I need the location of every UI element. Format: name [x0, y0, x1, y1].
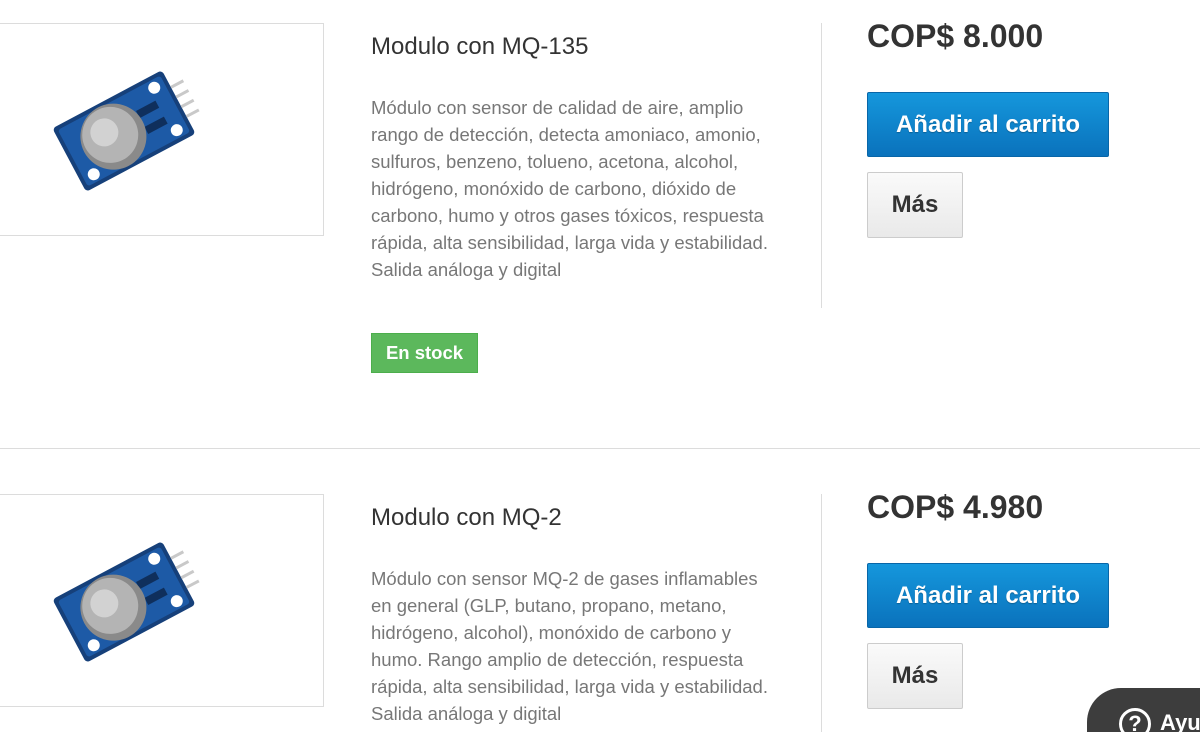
more-button[interactable]: Más: [867, 643, 963, 709]
product-item: Modulo con MQ-135 Módulo con sensor de c…: [0, 0, 1200, 448]
question-circle-icon: ?: [1119, 708, 1151, 732]
product-price: COP$ 8.000: [867, 18, 1044, 54]
help-widget-button[interactable]: ? Ayuda: [1087, 688, 1200, 732]
product-title[interactable]: Modulo con MQ-2: [371, 504, 562, 532]
help-widget-label: Ayuda: [1160, 710, 1200, 732]
column-divider: [821, 23, 822, 308]
add-to-cart-button[interactable]: Añadir al carrito: [867, 92, 1109, 157]
stock-badge: En stock: [371, 333, 478, 373]
gas-sensor-module-icon: [53, 542, 200, 662]
product-image[interactable]: [0, 494, 324, 707]
more-button[interactable]: Más: [867, 172, 963, 238]
column-divider: [821, 494, 822, 732]
gas-sensor-module-icon: [53, 71, 200, 191]
product-price: COP$ 4.980: [867, 489, 1044, 525]
product-title[interactable]: Modulo con MQ-135: [371, 33, 588, 61]
product-image[interactable]: [0, 23, 324, 236]
product-description: Módulo con sensor de calidad de aire, am…: [371, 97, 768, 280]
product-item: Modulo con MQ-2 Módulo con sensor MQ-2 d…: [0, 449, 1200, 732]
product-list: Modulo con MQ-135 Módulo con sensor de c…: [0, 0, 1200, 732]
add-to-cart-button[interactable]: Añadir al carrito: [867, 563, 1109, 628]
product-description: Módulo con sensor MQ-2 de gases inflamab…: [371, 568, 768, 724]
